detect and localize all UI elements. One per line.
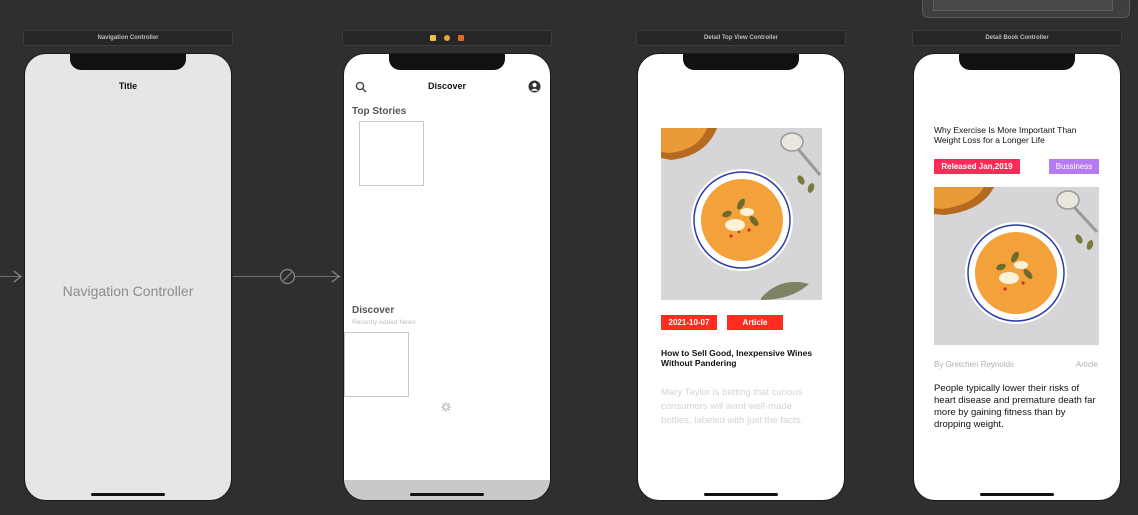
phone-discover[interactable]: Discover Top Stories Discover Recently A… bbox=[343, 53, 551, 501]
soup-bowl-image bbox=[934, 187, 1099, 345]
device-notch bbox=[683, 54, 799, 70]
scene-bar-detail-book[interactable]: Detail Book Controller bbox=[912, 30, 1122, 46]
nav-bar-title: Title bbox=[118, 81, 138, 91]
discover-section-label: Discover bbox=[352, 305, 395, 316]
first-responder-icon[interactable] bbox=[444, 35, 450, 41]
home-indicator bbox=[410, 493, 484, 496]
soup-bowl-image bbox=[661, 128, 822, 300]
scene-bar-title: Detail Top View Controller bbox=[703, 35, 779, 41]
type-label: Article bbox=[1075, 360, 1098, 369]
discover-cell[interactable] bbox=[344, 332, 409, 397]
headline: How to Sell Good, Inexpensive Wines With… bbox=[661, 348, 813, 368]
date-tag: 2021-10-07 bbox=[661, 315, 717, 330]
relationship-segue-icon[interactable] bbox=[279, 268, 296, 285]
device-notch bbox=[959, 54, 1075, 70]
activity-indicator-icon bbox=[441, 402, 451, 412]
segue-arrow-icon bbox=[331, 270, 340, 283]
scene-bar-navigation-controller[interactable]: Navigation Controller bbox=[23, 30, 233, 46]
top-window-inner bbox=[933, 0, 1113, 11]
scene-bar-title: Detail Book Controller bbox=[985, 35, 1049, 41]
top-stories-label: Top Stories bbox=[352, 106, 407, 117]
discover-section-sublabel: Recently Added News bbox=[352, 319, 416, 326]
scene-bar-detail-top[interactable]: Detail Top View Controller bbox=[636, 30, 846, 46]
summary-text: Mary Taylor is betting that curious cons… bbox=[661, 387, 804, 426]
body-text: People typically lower their risks of he… bbox=[934, 383, 1096, 430]
home-indicator bbox=[704, 493, 778, 496]
person-circle-icon[interactable] bbox=[528, 80, 541, 93]
phone-navigation-controller[interactable]: Title Navigation Controller bbox=[24, 53, 232, 501]
headline: Why Exercise Is More Important Than Weig… bbox=[934, 125, 1077, 145]
phone-detail-top[interactable]: 2021-10-07 Article How to Sell Good, Ine… bbox=[637, 53, 845, 501]
top-stories-cell[interactable] bbox=[359, 121, 424, 186]
device-notch bbox=[389, 54, 505, 70]
exit-icon[interactable] bbox=[458, 35, 464, 41]
phone-detail-book[interactable]: Why Exercise Is More Important Than Weig… bbox=[913, 53, 1121, 501]
discover-nav-title: Discover bbox=[427, 81, 467, 91]
tab-bar[interactable] bbox=[344, 480, 550, 500]
article-tag: Article bbox=[727, 315, 783, 330]
scene-bar-title: Navigation Controller bbox=[97, 35, 159, 41]
placeholder-label: Navigation Controller bbox=[62, 283, 194, 299]
home-indicator bbox=[91, 493, 165, 496]
top-window-fragment bbox=[922, 0, 1130, 18]
home-indicator bbox=[980, 493, 1054, 496]
released-tag: Released Jan,2019 bbox=[934, 159, 1020, 174]
device-notch bbox=[70, 54, 186, 70]
scene-bar-discover[interactable] bbox=[342, 30, 552, 46]
category-tag: Bussiness bbox=[1049, 159, 1099, 174]
entry-arrow-icon[interactable] bbox=[10, 270, 24, 283]
author-label: By Gretchen Reynolds bbox=[934, 360, 1015, 369]
view-controller-icon[interactable] bbox=[430, 35, 436, 41]
